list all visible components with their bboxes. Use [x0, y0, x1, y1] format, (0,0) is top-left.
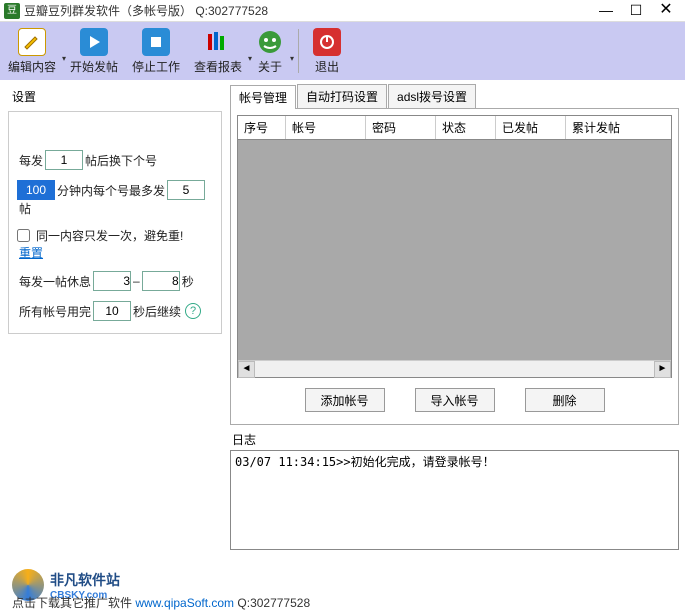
row-rest-between: 每发一帖休息 – 秒	[17, 271, 213, 291]
title-bar: 豆 豆瓣豆列群发软件（多帐号版） Q:302777528 — ☐ ✕	[0, 0, 685, 22]
row-unique-content: 同一内容只发一次，避免重! 重置	[17, 227, 213, 261]
stop-icon	[142, 28, 170, 56]
exit-icon	[313, 28, 341, 56]
label: 每发一帖休息	[19, 273, 91, 290]
row-max-per-account: 分钟内每个号最多发 帖	[17, 180, 213, 217]
report-label: 查看报表	[194, 58, 242, 75]
app-icon: 豆	[4, 3, 20, 19]
help-icon[interactable]: ?	[185, 303, 201, 319]
col-account[interactable]: 帐号	[286, 116, 366, 139]
dropdown-icon: ▾	[248, 54, 252, 63]
import-account-button[interactable]: 导入帐号	[415, 388, 495, 412]
col-total[interactable]: 累计发帖	[566, 116, 671, 139]
tab-captcha[interactable]: 自动打码设置	[297, 84, 387, 108]
window-title: 豆瓣豆列群发软件（多帐号版） Q:302777528	[24, 2, 591, 19]
log-textarea[interactable]: 03/07 11:34:15>>初始化完成，请登录帐号！	[230, 450, 679, 550]
reset-link[interactable]: 重置	[19, 244, 43, 261]
toolbar-separator	[298, 29, 299, 73]
scroll-right-icon[interactable]: ►	[654, 361, 671, 378]
start-label: 开始发帖	[70, 58, 118, 75]
rest-min-input[interactable]	[93, 271, 131, 291]
minimize-button[interactable]: —	[591, 1, 621, 21]
col-status[interactable]: 状态	[436, 116, 496, 139]
table-body[interactable]	[238, 140, 671, 360]
delete-account-button[interactable]: 删除	[525, 388, 605, 412]
label: 同一内容只发一次，避免重!	[36, 227, 183, 244]
about-label: 关于	[258, 58, 282, 75]
watermark-text: 非凡软件站	[50, 570, 120, 590]
settings-title: 设置	[8, 86, 222, 111]
tab-adsl[interactable]: adsl拨号设置	[388, 84, 476, 108]
start-post-button[interactable]: 开始发帖	[70, 28, 118, 75]
add-account-button[interactable]: 添加帐号	[305, 388, 385, 412]
stop-label: 停止工作	[132, 58, 180, 75]
col-index[interactable]: 序号	[238, 116, 286, 139]
col-password[interactable]: 密码	[366, 116, 436, 139]
dropdown-icon: ▾	[62, 54, 66, 63]
label: 秒	[182, 273, 194, 290]
edit-content-button[interactable]: 编辑内容 ▾	[8, 28, 56, 75]
posts-before-switch-input[interactable]	[45, 150, 83, 170]
accounts-tabpage: 序号 帐号 密码 状态 已发帖 累计发帖 ◄ ► 添加帐号 导入帐号 删除	[230, 109, 679, 425]
col-posted[interactable]: 已发帖	[496, 116, 566, 139]
log-title: 日志	[230, 425, 679, 450]
footer: 点击下载其它推广软件 www.qipaSoft.com Q:302777528	[12, 594, 310, 611]
dropdown-icon: ▾	[290, 54, 294, 63]
play-icon	[80, 28, 108, 56]
footer-post: Q:302777528	[234, 596, 310, 610]
report-icon	[204, 28, 232, 56]
scroll-left-icon[interactable]: ◄	[238, 361, 255, 378]
log-line: 03/07 11:34:15>>初始化完成，请登录帐号！	[235, 453, 674, 470]
accounts-table: 序号 帐号 密码 状态 已发帖 累计发帖 ◄ ►	[237, 115, 672, 378]
table-header: 序号 帐号 密码 状态 已发帖 累计发帖	[238, 116, 671, 140]
right-panel: 帐号管理 自动打码设置 adsl拨号设置 序号 帐号 密码 状态 已发帖 累计发…	[230, 80, 685, 578]
close-button[interactable]: ✕	[651, 1, 681, 21]
edit-icon	[18, 28, 46, 56]
row-switch-account: 每发 帖后换下个号	[17, 150, 213, 170]
unique-content-checkbox[interactable]	[17, 229, 30, 242]
view-report-button[interactable]: 查看报表 ▾	[194, 28, 242, 75]
tab-accounts[interactable]: 帐号管理	[230, 85, 296, 109]
label: 帖	[19, 200, 31, 217]
main-area: 设置 每发 帖后换下个号 分钟内每个号最多发 帖 同一内容只发一次，避免重! 重…	[0, 80, 685, 578]
label: –	[133, 274, 140, 288]
footer-pre: 点击下载其它推广软件	[12, 596, 135, 610]
exit-label: 退出	[315, 58, 339, 75]
stop-work-button[interactable]: 停止工作	[132, 28, 180, 75]
label: 秒后继续	[133, 303, 181, 320]
footer-url[interactable]: www.qipaSoft.com	[135, 596, 234, 610]
minutes-input[interactable]	[17, 180, 55, 200]
label: 所有帐号用完	[19, 303, 91, 320]
settings-group: 每发 帖后换下个号 分钟内每个号最多发 帖 同一内容只发一次，避免重! 重置 每…	[8, 111, 222, 334]
max-posts-input[interactable]	[167, 180, 205, 200]
settings-panel: 设置 每发 帖后换下个号 分钟内每个号最多发 帖 同一内容只发一次，避免重! 重…	[0, 80, 230, 578]
label: 分钟内每个号最多发	[57, 182, 165, 199]
row-wait-all-done: 所有帐号用完 秒后继续 ?	[17, 301, 213, 321]
about-icon	[256, 28, 284, 56]
account-buttons: 添加帐号 导入帐号 删除	[237, 388, 672, 412]
wait-seconds-input[interactable]	[93, 301, 131, 321]
label: 每发	[19, 152, 43, 169]
tab-bar: 帐号管理 自动打码设置 adsl拨号设置	[230, 84, 679, 109]
rest-max-input[interactable]	[142, 271, 180, 291]
about-button[interactable]: 关于 ▾	[256, 28, 284, 75]
h-scrollbar[interactable]: ◄ ►	[238, 360, 671, 377]
maximize-button[interactable]: ☐	[621, 1, 651, 21]
toolbar: 编辑内容 ▾ 开始发帖 停止工作 查看报表 ▾ 关于 ▾ 退出	[0, 22, 685, 80]
label: 帖后换下个号	[85, 152, 157, 169]
exit-button[interactable]: 退出	[313, 28, 341, 75]
edit-label: 编辑内容	[8, 58, 56, 75]
